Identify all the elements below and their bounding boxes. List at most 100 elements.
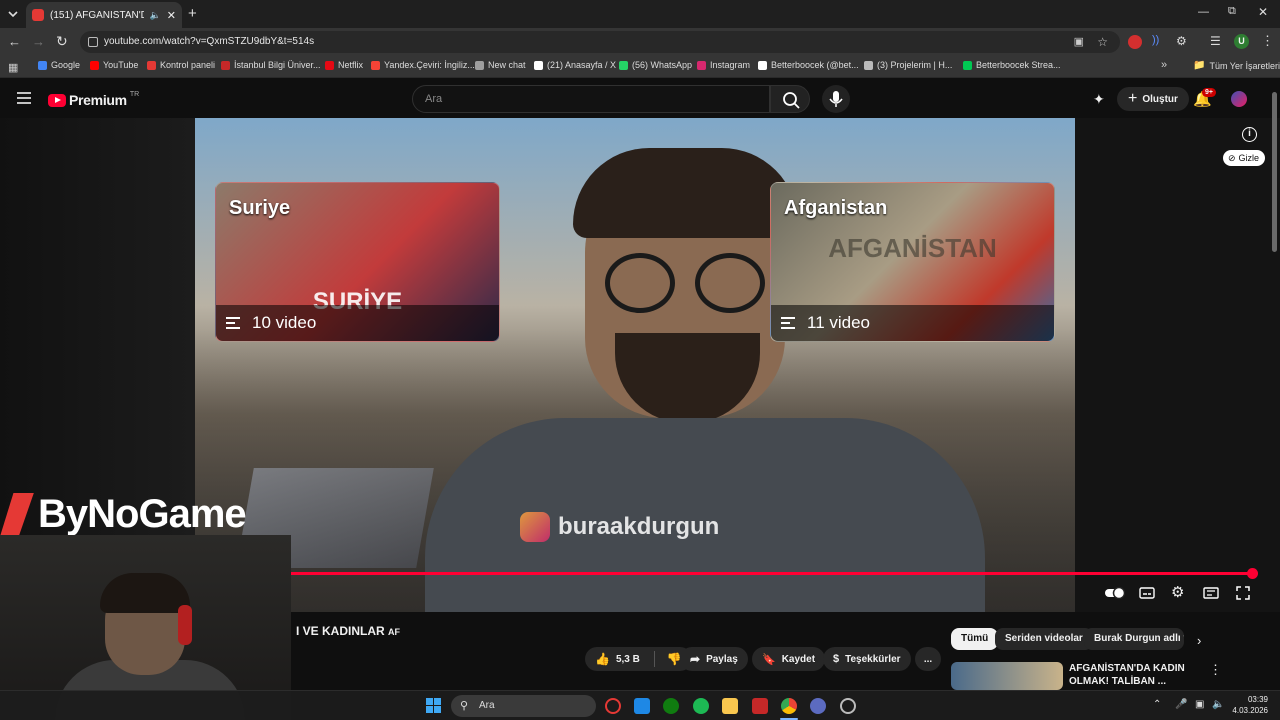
playlist-card-afganistan[interactable]: AFGANİSTAN Afganistan 11 video [770,182,1055,342]
spotify-icon[interactable] [693,698,709,714]
app-settings-icon[interactable] [840,698,856,714]
extension-red-icon[interactable] [1128,35,1142,49]
card-video-count: 10 video [252,313,317,332]
tray-chevron-icon[interactable]: ⌃ [1153,699,1161,710]
watermark-handle: buraakdurgun [558,513,720,540]
bookmarks-overflow-icon[interactable]: » [1161,59,1167,71]
subtitles-icon[interactable] [1139,586,1157,600]
reload-icon[interactable]: ↻ [56,33,68,50]
create-button[interactable]: + Oluştur [1117,87,1189,111]
account-avatar[interactable] [1231,91,1247,107]
tab-list-chevron-icon[interactable] [6,7,20,21]
playlist-icon [781,317,795,329]
bookmark-item[interactable]: Betterboocek Strea... [963,60,1061,70]
autoplay-toggle[interactable] [1105,586,1125,600]
thanks-label: Teşekkürler [845,653,901,665]
like-button[interactable]: 👍 5,3 B 👎 [585,647,692,671]
cast-icon[interactable]: ✦ [1093,91,1105,108]
progress-scrubber[interactable] [1247,568,1258,579]
tray-speaker-icon[interactable]: 🔈 [1212,699,1224,710]
voice-search-button[interactable] [822,85,850,113]
file-explorer-icon[interactable] [722,698,738,714]
bookmark-label: Google [51,60,81,70]
bookmark-item[interactable]: Google [38,60,80,70]
address-bar[interactable]: youtube.com/watch?v=QxmSTZU9dbY&t=514s ▣… [80,31,1120,53]
bookmark-label: (56) WhatsApp [632,60,693,70]
bookmark-item[interactable]: Instagram [697,60,750,70]
apps-grid-icon[interactable]: ▦ [8,61,18,74]
card-footer: 10 video [216,305,499,341]
recommended-thumbnail[interactable] [951,662,1063,690]
video-progress-bar[interactable] [291,572,1253,575]
tab-close-icon[interactable]: ✕ [167,9,176,22]
windows-start-icon[interactable] [426,698,441,713]
playlist-card-suriye[interactable]: SURİYE Suriye 10 video [215,182,500,342]
hamburger-menu-icon[interactable] [17,92,31,104]
profile-avatar[interactable]: U [1234,34,1249,49]
bookmark-item[interactable]: YouTube [90,60,138,70]
extension-blue-icon[interactable]: )) [1152,34,1159,46]
bookmark-star-icon[interactable]: ☆ [1097,31,1108,53]
bookmark-item[interactable]: Netflix [325,60,363,70]
youtube-logo[interactable]: Premium TR [48,91,139,108]
chips-next-icon[interactable]: › [1197,633,1201,648]
bookmark-item[interactable]: İstanbul Bilgi Üniver... [221,60,321,70]
outlook-icon[interactable] [634,698,650,714]
bookmark-item[interactable]: Yandex.Çeviri: İngiliz... [371,60,475,70]
recommended-title[interactable]: AFGANİSTAN'DA KADIN OLMAK! TALİBAN ... [1069,662,1204,688]
taskbar-search[interactable]: ⚲ Ara [451,695,596,717]
search-input[interactable]: Ara [412,85,770,113]
bookmark-favicon-icon [147,60,156,70]
app-red-icon[interactable] [752,698,768,714]
tray-display-icon[interactable]: ▣ [1195,699,1204,710]
minimize-icon[interactable]: — [1198,6,1209,18]
chip-series[interactable]: Seriden videolar [995,628,1093,650]
tray-mic-icon[interactable]: 🎤 [1175,699,1187,710]
bookmark-item[interactable]: (56) WhatsApp [619,60,692,70]
browser-tab-active[interactable]: (151) AFGANİSTAN'DA İLGİ 🔈 ✕ [26,2,182,28]
chip-all[interactable]: Tümü [951,628,999,650]
browser-menu-icon[interactable]: ⋮ [1261,33,1274,49]
bookmark-item[interactable]: (3) Projelerim | H... [864,60,952,70]
bookmark-favicon-icon [90,60,99,70]
opera-icon[interactable] [605,698,621,714]
more-actions-button[interactable]: ... [915,647,941,671]
share-button[interactable]: ➦ Paylaş [680,647,748,671]
all-bookmarks[interactable]: 📁 Tüm Yer İşaretleri [1193,60,1280,71]
app-blue-icon[interactable] [810,698,826,714]
search-button[interactable] [770,85,810,113]
bookmark-label: Netflix [338,60,364,70]
tab-audio-icon[interactable]: 🔈 [150,10,161,21]
forward-icon[interactable]: → [32,34,45,49]
hide-cards-button[interactable]: ⊘ Gizle [1223,150,1266,166]
extensions-puzzle-icon[interactable]: ⚙ [1176,34,1187,48]
bookmark-item[interactable]: (21) Anasayfa / X [534,60,616,70]
settings-gear-icon[interactable]: ⚙ [1171,585,1189,600]
bookmark-item[interactable]: New chat [475,60,526,70]
bynogame-mark-icon [0,492,34,537]
back-icon[interactable]: ← [8,34,21,49]
media-control-icon[interactable]: ☰ [1210,34,1221,48]
chip-channel[interactable]: Burak Durgun adlı yük [1084,628,1184,650]
bookmark-icon: 🔖 [762,653,776,666]
taskbar-clock[interactable]: 03:39 4.03.2026 [1232,694,1268,716]
recommended-menu-icon[interactable]: ⋮ [1209,662,1222,678]
window-close-icon[interactable]: ✕ [1258,5,1268,19]
xbox-icon[interactable] [663,698,679,714]
install-app-icon[interactable]: ▣ [1074,31,1084,53]
search-icon [783,92,800,109]
save-button[interactable]: 🔖 Kaydet [752,647,826,671]
thanks-button[interactable]: $ Teşekkürler [823,647,911,671]
bookmark-item[interactable]: Betterboocek (@bet... [758,60,859,70]
bookmark-item[interactable]: Kontrol paneli [147,60,215,70]
theater-mode-icon[interactable] [1203,586,1221,600]
new-tab-icon[interactable]: + [188,5,197,22]
restore-icon[interactable]: ⧉ [1228,5,1236,18]
page-scrollbar[interactable] [1272,92,1277,252]
fullscreen-icon[interactable] [1236,586,1254,600]
plus-icon: + [1128,90,1138,107]
info-icon[interactable]: i [1242,127,1257,142]
chrome-icon[interactable] [781,698,797,714]
site-info-icon[interactable] [88,37,98,47]
brand-text: ByNoGame [38,492,247,536]
